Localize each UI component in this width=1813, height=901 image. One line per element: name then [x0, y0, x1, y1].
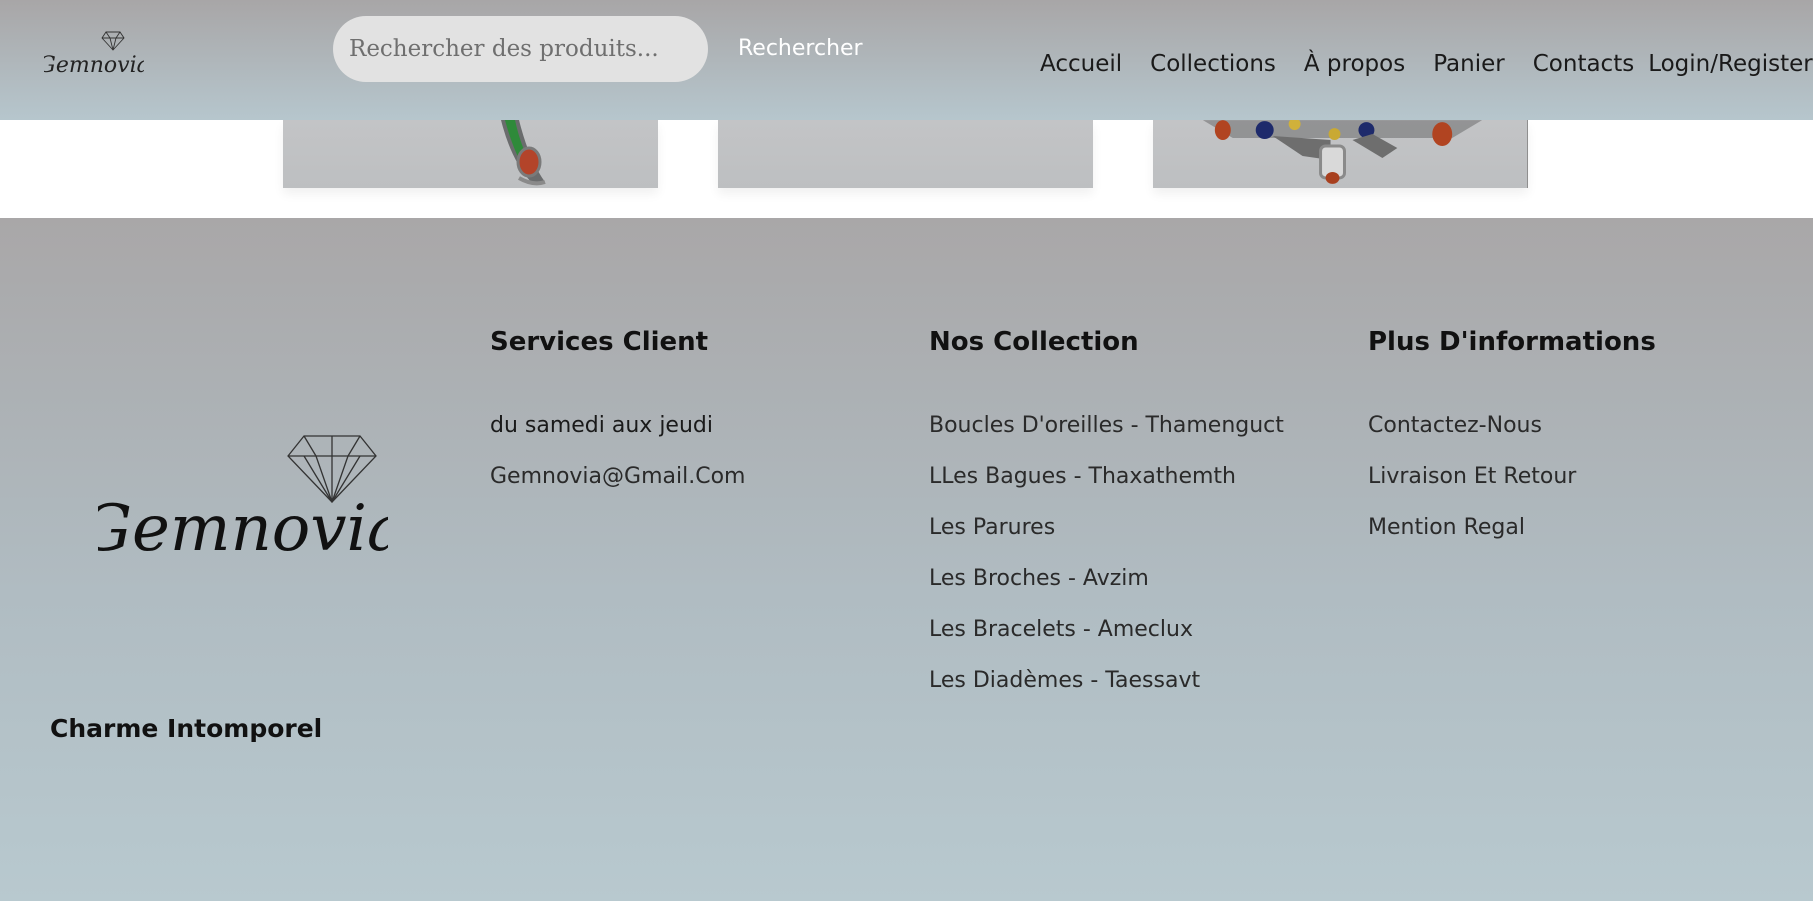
- collection-link-text[interactable]: Les Parures: [929, 515, 1055, 540]
- nav-a-propos[interactable]: À propos: [1304, 51, 1405, 77]
- collection-link[interactable]: Les Bracelets - Ameclux: [929, 612, 1284, 663]
- collection-link[interactable]: Les Diadèmes - Taessavt: [929, 663, 1284, 714]
- footer-column-title: Plus D'informations: [1368, 327, 1656, 357]
- product-card[interactable]: [283, 120, 658, 188]
- footer-column-collections: Nos Collection Boucles D'oreilles - Tham…: [929, 324, 1284, 714]
- info-link-text[interactable]: Mention Regal: [1368, 515, 1525, 540]
- footer-column-title: Nos Collection: [929, 327, 1139, 357]
- diamond-icon: Gemnovia: [44, 31, 144, 78]
- nav-contacts[interactable]: Contacts: [1533, 51, 1634, 77]
- jewelry-photo: [718, 120, 1093, 188]
- bracelet-photo: [501, 120, 546, 186]
- collection-link[interactable]: Boucles D'oreilles - Thamenguct: [929, 408, 1284, 459]
- diamond-icon: Gemnovia: [98, 435, 388, 566]
- nav-collections[interactable]: Collections: [1150, 51, 1276, 77]
- product-card[interactable]: [718, 120, 1093, 188]
- product-card[interactable]: [1153, 120, 1528, 188]
- footer-tagline: Charme Intomporel: [50, 714, 323, 743]
- service-hours: du samedi aux jeudi: [490, 413, 713, 438]
- collection-link-text[interactable]: Boucles D'oreilles - Thamenguct: [929, 413, 1284, 438]
- footer-column-title: Services Client: [490, 327, 709, 357]
- svg-text:Gemnovia: Gemnovia: [98, 492, 388, 566]
- collection-link[interactable]: LLes Bagues - Thaxathemth: [929, 459, 1284, 510]
- info-link[interactable]: Livraison Et Retour: [1368, 459, 1656, 510]
- collection-link[interactable]: Les Parures: [929, 510, 1284, 561]
- nav-login-register[interactable]: Login/Register: [1648, 51, 1813, 77]
- nav-accueil[interactable]: Accueil: [1040, 51, 1122, 77]
- email-link[interactable]: Gemnovia@Gmail.Com: [490, 464, 745, 489]
- info-link-text[interactable]: Livraison Et Retour: [1368, 464, 1576, 489]
- footer-column-info: Plus D'informations Contactez-Nous Livra…: [1368, 324, 1656, 561]
- search-input[interactable]: [333, 16, 708, 82]
- nav-panier[interactable]: Panier: [1433, 51, 1505, 77]
- service-email-link[interactable]: Gemnovia@Gmail.Com: [490, 459, 745, 510]
- info-link-text[interactable]: Contactez-Nous: [1368, 413, 1542, 438]
- footer-column-services: Services Client du samedi aux jeudi Gemn…: [490, 324, 745, 510]
- main-nav: Accueil Collections À propos Panier Cont…: [1040, 44, 1813, 84]
- collection-link-text[interactable]: LLes Bagues - Thaxathemth: [929, 464, 1236, 489]
- collection-link[interactable]: Les Broches - Avzim: [929, 561, 1284, 612]
- collection-link-text[interactable]: Les Broches - Avzim: [929, 566, 1149, 591]
- brooch-photo: [1202, 120, 1483, 184]
- svg-text:Gemnovia: Gemnovia: [44, 53, 144, 78]
- gemnovia-logo-icon: Gemnovia: [98, 432, 388, 582]
- site-footer: Gemnovia Charme Intomporel Services Clie…: [0, 218, 1813, 901]
- info-link[interactable]: Contactez-Nous: [1368, 408, 1656, 459]
- product-strip: [0, 120, 1813, 218]
- site-header: Gemnovia Rechercher Accueil Collections …: [0, 0, 1813, 120]
- info-link[interactable]: Mention Regal: [1368, 510, 1656, 561]
- collection-link-text[interactable]: Les Bracelets - Ameclux: [929, 617, 1193, 642]
- collection-link-text[interactable]: Les Diadèmes - Taessavt: [929, 668, 1200, 693]
- search-button[interactable]: Rechercher: [732, 28, 869, 68]
- gemnovia-logo-icon[interactable]: Gemnovia: [44, 28, 144, 84]
